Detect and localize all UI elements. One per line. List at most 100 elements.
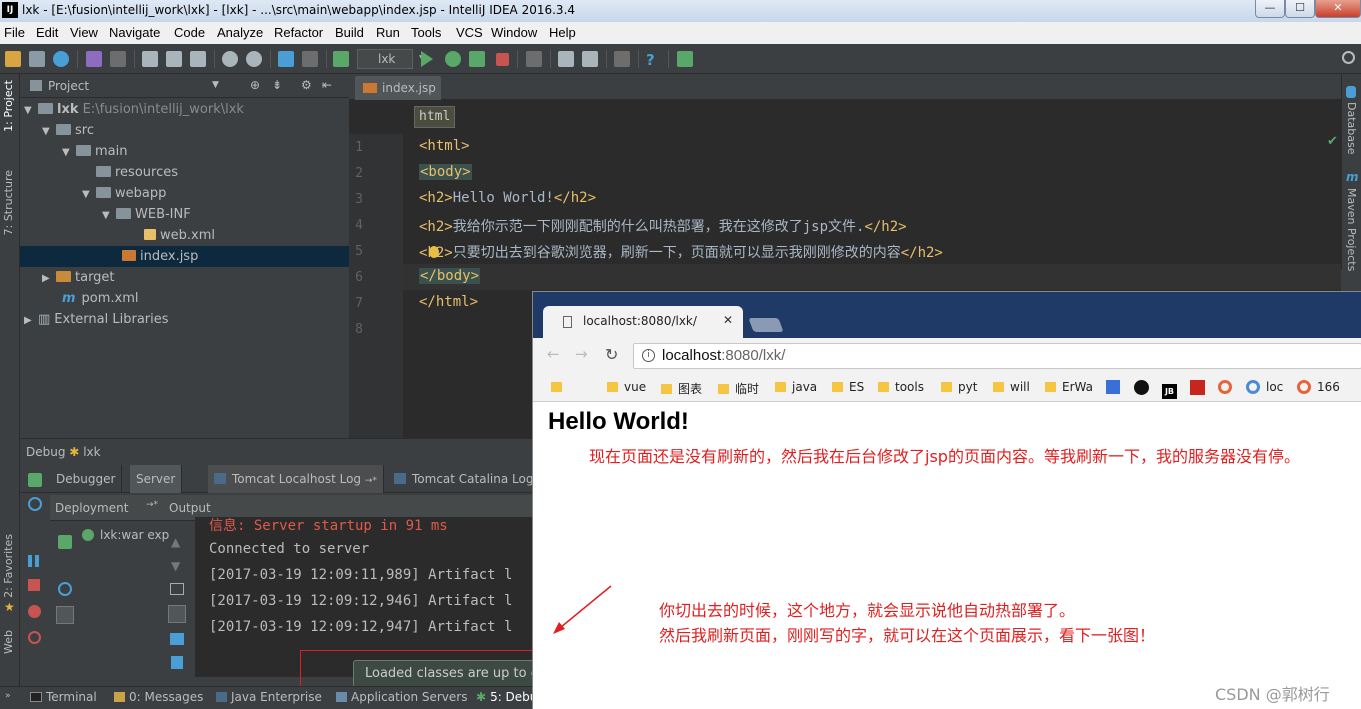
breadcrumb-html[interactable]: html xyxy=(414,106,456,128)
menu-tools[interactable]: Tools xyxy=(411,25,441,40)
tree-item-main[interactable]: ▼ main xyxy=(20,141,349,162)
menu-file[interactable]: File xyxy=(4,25,25,40)
tab-application-servers[interactable]: Application Servers xyxy=(336,690,467,704)
url-bar[interactable]: i localhost:8080/lxk/ xyxy=(633,343,1361,369)
open-folder-icon[interactable] xyxy=(5,51,21,67)
bookmark-166[interactable]: 166 xyxy=(1297,380,1340,394)
sync-icon[interactable] xyxy=(53,51,69,67)
bookmark-baidu[interactable] xyxy=(1106,380,1120,394)
collapse-all-icon[interactable]: ⇟ xyxy=(272,78,282,92)
tree-item-external-libraries[interactable]: ▶ ▥ External Libraries xyxy=(20,309,349,330)
help-icon[interactable]: ? xyxy=(646,51,662,69)
expand-icon[interactable]: » xyxy=(5,691,11,701)
project-view-select[interactable]: Project xyxy=(48,79,89,93)
new-tab-button[interactable] xyxy=(748,318,784,332)
lightbulb-icon[interactable] xyxy=(429,246,439,258)
tab-database[interactable]: Database xyxy=(1345,102,1358,155)
bookmark-tools[interactable]: tools xyxy=(878,380,924,394)
tree-item-target[interactable]: ▶ target xyxy=(20,267,349,288)
tree-item-web-xml[interactable]: web.xml xyxy=(20,225,349,246)
deploy-icon[interactable] xyxy=(58,535,72,549)
menu-vcs[interactable]: VCS xyxy=(456,25,483,40)
info-icon[interactable]: i xyxy=(642,349,655,362)
tree-item-pom-xml[interactable]: m pom.xml xyxy=(20,288,349,309)
bookmark-will[interactable]: will xyxy=(993,380,1030,394)
chevron-down-icon[interactable]: ▼ xyxy=(212,80,219,90)
maximize-button[interactable]: ☐ xyxy=(1285,0,1315,18)
find-icon[interactable] xyxy=(222,51,238,67)
bookmark-jetbrains[interactable]: JB xyxy=(1162,380,1177,399)
back-icon[interactable] xyxy=(278,51,294,67)
menu-help[interactable]: Help xyxy=(549,25,576,40)
tree-item-lxk[interactable]: ▼ lxk E:\fusion\intellij_work\lxk xyxy=(20,99,349,120)
run-config-select[interactable]: lxk ▼ xyxy=(357,49,426,69)
browser-tab[interactable]: localhost:8080/lxk/ ✕ xyxy=(543,306,743,338)
bookmark-erwa[interactable]: ErWa xyxy=(1045,380,1093,394)
clear-all-icon[interactable] xyxy=(171,656,183,669)
sdk-icon[interactable] xyxy=(614,51,630,67)
scroll-up-icon[interactable]: ▲ xyxy=(171,535,180,549)
scroll-down-icon[interactable]: ▼ xyxy=(171,559,180,573)
artifact-item[interactable]: lxk:war exp xyxy=(82,528,169,542)
menu-code[interactable]: Code xyxy=(174,25,205,40)
reload-icon[interactable]: ↻ xyxy=(605,345,618,364)
close-window-button[interactable]: ✕ xyxy=(1315,0,1361,18)
tree-item-index-jsp[interactable]: index.jsp xyxy=(20,246,349,267)
menu-navigate[interactable]: Navigate xyxy=(109,25,160,40)
bookmark-es[interactable]: ES xyxy=(832,380,864,394)
coverage-icon[interactable] xyxy=(469,51,485,67)
gear-icon[interactable]: ⚙ xyxy=(301,78,312,92)
code-line-5[interactable]: <h2>只要切出去到谷歌浏览器，刷新一下，页面就可以显示我刚刚修改的内容</h2… xyxy=(419,242,943,262)
bookmark-loc[interactable]: loc xyxy=(1246,380,1283,394)
tree-item-src[interactable]: ▼ src xyxy=(20,120,349,141)
soft-wrap-icon[interactable] xyxy=(170,583,184,595)
menu-edit[interactable]: Edit xyxy=(36,25,58,40)
minimize-button[interactable]: — xyxy=(1255,0,1285,18)
tab-web[interactable]: Web xyxy=(2,630,15,654)
tree-item-resources[interactable]: resources xyxy=(20,162,349,183)
bookmark-github[interactable] xyxy=(1134,380,1149,395)
menu-analyze[interactable]: Analyze xyxy=(217,25,263,40)
redo-icon[interactable] xyxy=(110,51,126,67)
forward-icon[interactable] xyxy=(302,51,318,67)
tree-item-webapp[interactable]: ▼ webapp xyxy=(20,183,349,204)
resume-icon[interactable] xyxy=(28,473,42,487)
bookmark-temp[interactable]: 临时 xyxy=(718,380,759,397)
print-icon[interactable] xyxy=(170,633,184,645)
tab-messages[interactable]: 0: Messages xyxy=(114,690,203,704)
tab-debugger[interactable]: Debugger xyxy=(50,465,123,493)
menu-run[interactable]: Run xyxy=(376,25,400,40)
tab-tomcat-catalina-log[interactable]: Tomcat Catalina Log xyxy=(388,465,541,493)
settings-wrench-icon[interactable] xyxy=(558,51,574,67)
project-structure-icon[interactable] xyxy=(582,51,598,67)
code-line-2[interactable]: <body> xyxy=(419,164,472,180)
debug-icon[interactable] xyxy=(445,51,461,67)
scroll-to-end-icon[interactable] xyxy=(168,605,186,623)
tab-debug[interactable]: ✱ 5: Debu xyxy=(476,690,537,704)
forward-arrow-icon[interactable]: → xyxy=(575,345,588,363)
tab-project[interactable]: 1: Project xyxy=(2,80,15,132)
editor-tab-index-jsp[interactable]: index.jsp xyxy=(355,76,441,100)
tab-terminal[interactable]: Terminal xyxy=(30,690,97,704)
tab-structure[interactable]: 7: Structure xyxy=(2,170,15,235)
breakpoints-icon[interactable] xyxy=(28,605,41,618)
save-icon[interactable] xyxy=(29,51,45,67)
refresh-icon[interactable] xyxy=(58,582,72,596)
run-icon[interactable] xyxy=(421,51,433,67)
build-icon[interactable] xyxy=(333,51,349,67)
menu-refactor[interactable]: Refactor xyxy=(274,25,323,40)
code-line-1[interactable]: <html> xyxy=(419,138,470,154)
tab-server[interactable]: Server xyxy=(130,465,183,493)
vcs-icon[interactable] xyxy=(526,51,542,67)
undo-icon[interactable] xyxy=(86,51,102,67)
bookmark-folder[interactable] xyxy=(551,380,568,394)
paste-icon[interactable] xyxy=(190,51,206,67)
scroll-from-source-icon[interactable]: ⊕ xyxy=(250,78,260,92)
cut-icon[interactable] xyxy=(142,51,158,67)
tab-favorites[interactable]: 2: Favorites xyxy=(2,534,15,598)
bookmark-vue[interactable]: vue xyxy=(607,380,646,394)
code-line-4[interactable]: <h2>我给你示范一下刚刚配制的什么叫热部署，我在这修改了jsp文件.</h2> xyxy=(419,216,907,236)
deployment-toggle-icon[interactable] xyxy=(56,606,74,624)
code-line-6[interactable]: </body> xyxy=(419,268,481,284)
plugin-icon[interactable] xyxy=(677,51,693,67)
